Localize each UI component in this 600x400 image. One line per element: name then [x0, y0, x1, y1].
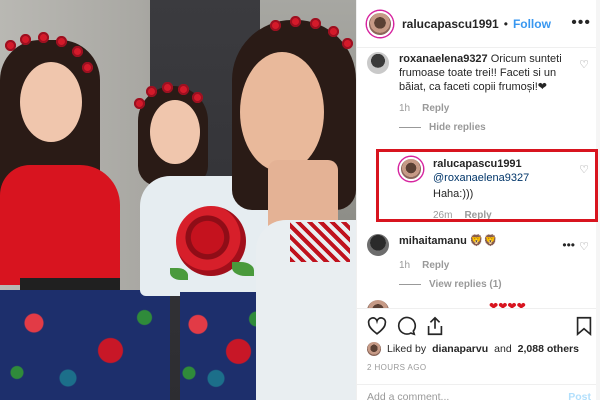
comment-username[interactable]: mihaitamanu: [399, 235, 467, 247]
comment-username[interactable]: roxanaelena9327: [399, 53, 488, 65]
comment-text: ❤❤❤❤: [489, 301, 526, 308]
author-avatar[interactable]: [367, 10, 393, 37]
add-comment-bar: Add a comment... Post: [357, 384, 600, 400]
reply-button[interactable]: Reply: [422, 260, 449, 271]
comment-time[interactable]: 1h: [399, 103, 410, 114]
heart-icon[interactable]: ♡: [579, 240, 589, 253]
follow-button[interactable]: Follow: [513, 17, 551, 31]
post-timestamp[interactable]: 2 HOURS AGO: [367, 363, 427, 372]
bookmark-icon[interactable]: [573, 315, 595, 337]
post-photo[interactable]: [0, 0, 356, 400]
commenter-avatar[interactable]: [367, 52, 389, 74]
commenter-avatar[interactable]: [367, 234, 389, 256]
add-comment-input[interactable]: Add a comment...: [367, 391, 449, 400]
author-username[interactable]: ralucapascu1991: [402, 17, 499, 31]
comment: roxanaelena9327 Oricum sunteti frumoase …: [367, 52, 591, 133]
highlight-box: [376, 149, 598, 222]
post-button[interactable]: Post: [568, 391, 591, 400]
hide-replies-button[interactable]: Hide replies: [399, 122, 569, 133]
instagram-post-window: ralucapascu1991 • Follow ••• roxanaelena…: [0, 0, 600, 400]
likes-count[interactable]: 2,088 others: [518, 343, 579, 355]
share-icon[interactable]: [424, 315, 446, 337]
likes-summary: Liked by dianaparvu and 2,088 others: [367, 342, 579, 356]
comment-partial: ❤❤❤❤: [367, 300, 591, 308]
heart-icon[interactable]: [366, 315, 388, 337]
liker-username[interactable]: dianaparvu: [432, 343, 488, 355]
comment-time[interactable]: 1h: [399, 260, 410, 271]
more-icon[interactable]: •••: [571, 14, 591, 32]
reply-button[interactable]: Reply: [422, 103, 449, 114]
comment-icon[interactable]: [395, 315, 417, 337]
view-replies-button[interactable]: View replies (1): [399, 279, 569, 290]
post-header: ralucapascu1991 • Follow •••: [357, 0, 600, 48]
comment: mihaitamanu 🦁🦁 1h Reply View replies (1)…: [367, 234, 591, 290]
comment-text: 🦁🦁: [469, 235, 498, 247]
comment-more-icon[interactable]: •••: [562, 238, 575, 252]
liker-avatar[interactable]: [367, 342, 381, 356]
header-separator: •: [503, 16, 508, 31]
heart-icon[interactable]: ♡: [579, 58, 589, 71]
